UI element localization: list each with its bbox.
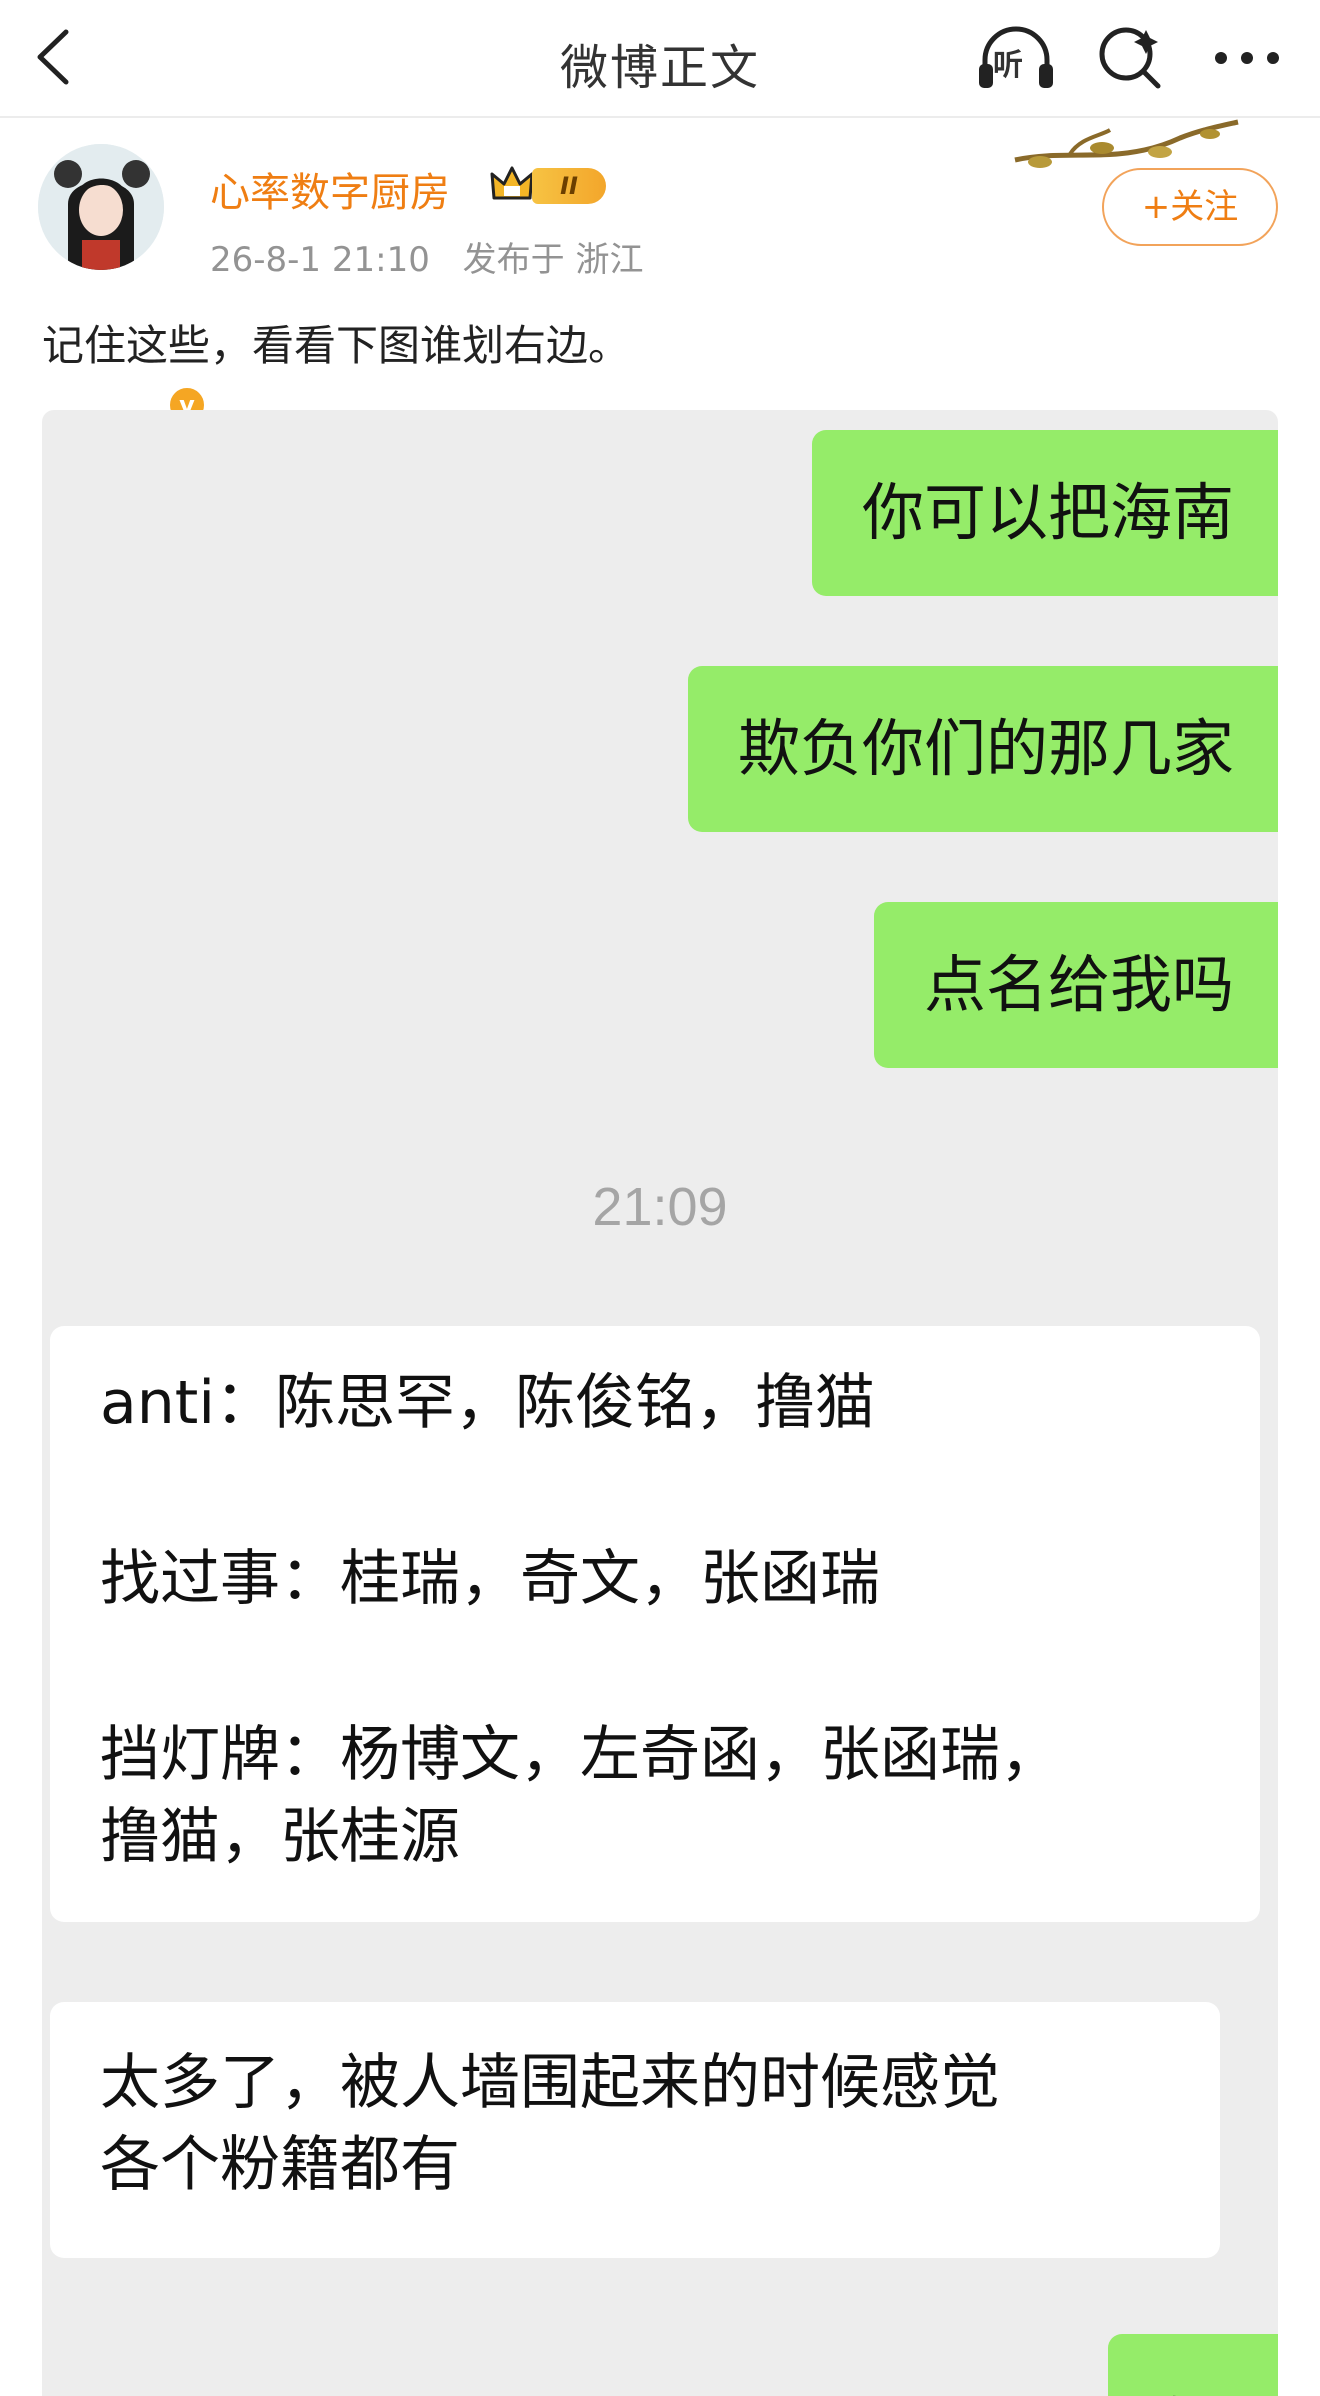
- member-level-badge: II: [532, 168, 606, 204]
- post-image-chat-screenshot[interactable]: 你可以把海南 欺负你们的那几家 点名给我吗 21:09 anti：陈思罕，陈俊铭…: [42, 410, 1278, 2396]
- message-line: 挡灯牌：杨博文，左奇函，张函瑞，: [100, 1720, 1060, 1790]
- sent-message-bubble-partial: 好: [1108, 2334, 1278, 2396]
- avatar[interactable]: v: [38, 144, 208, 426]
- listen-button[interactable]: 听: [975, 22, 1057, 94]
- post-time: 26-8-1 21:10: [210, 240, 430, 280]
- more-dots-icon: [1215, 52, 1279, 64]
- weibo-post-page: 微博正文 听 v 心率数字厨房 II 26-8-1 21:10 发布于 浙江 +…: [0, 0, 1320, 2396]
- message-line: 撸猫，张桂源: [100, 1802, 460, 1872]
- listen-label: 听: [993, 48, 1023, 83]
- post-text: 记住这些，看看下图谁划右边。: [42, 321, 631, 370]
- sent-message-bubble: 点名给我吗: [873, 902, 1278, 1068]
- sent-message-bubble: 欺负你们的那几家: [687, 666, 1278, 832]
- avatar-illustration-icon: [38, 144, 164, 270]
- sent-message-bubble: 你可以把海南: [811, 430, 1278, 596]
- message-line: 各个粉籍都有: [100, 2130, 460, 2200]
- post-location: 发布于 浙江: [462, 240, 644, 280]
- top-bar: 微博正文 听: [0, 0, 1320, 118]
- post-meta: 26-8-1 21:10 发布于 浙江: [210, 232, 665, 281]
- received-message-bubble: 太多了，被人墙围起来的时候感觉 各个粉籍都有: [50, 2002, 1220, 2258]
- message-line: anti：陈思罕，陈俊铭，撸猫: [100, 1368, 875, 1438]
- message-line: 太多了，被人墙围起来的时候感觉: [100, 2048, 1000, 2118]
- search-icon: [1099, 27, 1161, 89]
- follow-button[interactable]: +关注: [1102, 168, 1278, 246]
- more-button[interactable]: [1207, 22, 1287, 94]
- author-name[interactable]: 心率数字厨房: [210, 160, 450, 218]
- chat-timestamp: 21:09: [592, 1177, 728, 1237]
- received-message-bubble: anti：陈思罕，陈俊铭，撸猫 找过事：桂瑞，奇文，张函瑞 挡灯牌：杨博文，左奇…: [50, 1326, 1260, 1922]
- message-line: 找过事：桂瑞，奇文，张函瑞: [100, 1544, 880, 1614]
- search-button[interactable]: [1094, 22, 1166, 94]
- crown-icon: [490, 166, 534, 200]
